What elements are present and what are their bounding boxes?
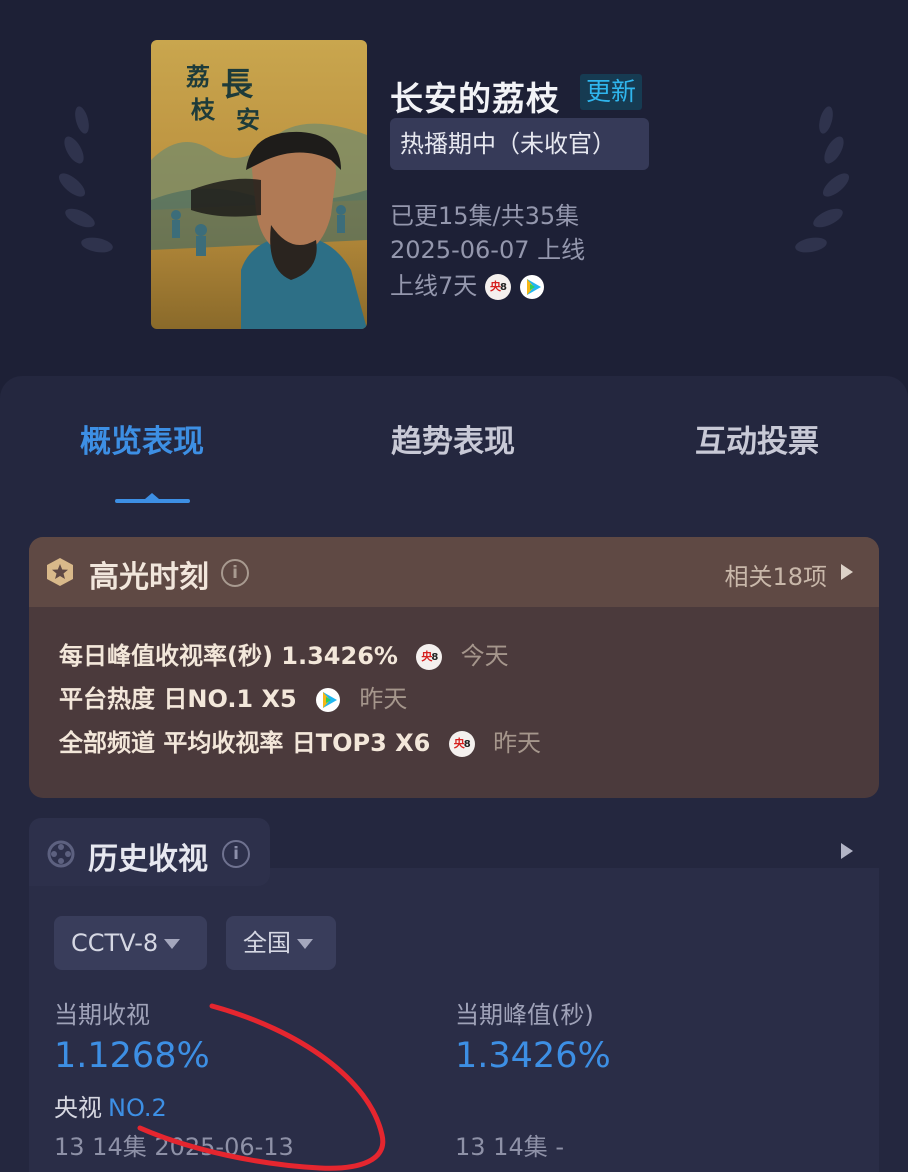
- cctv8-badge-icon: 央8: [484, 274, 511, 300]
- info-icon[interactable]: i: [222, 840, 250, 868]
- current-rating-label: 当期收视: [54, 1001, 150, 1029]
- tencent-video-icon: [519, 275, 544, 299]
- drama-poster[interactable]: 長 安 荔 枝: [151, 40, 367, 329]
- svg-text:安: 安: [236, 105, 260, 134]
- status-pill: 热播期中（未收官）: [390, 118, 649, 170]
- tencent-video-icon: [316, 688, 341, 712]
- episode-count: 已更15集/共35集: [390, 202, 580, 230]
- peak-rating-value: 1.3426%: [455, 1036, 611, 1076]
- tab-trend[interactable]: 趋势表现: [391, 416, 515, 461]
- highlight-row: 平台热度 日NO.1 X5 昨天: [59, 679, 407, 714]
- star-badge-icon: [47, 558, 73, 586]
- channel-dropdown-value: CCTV-8: [71, 929, 159, 957]
- highlight-card[interactable]: 高光时刻 i 相关18项 每日峰值收视率(秒) 1.3426% 央8 今天 平台…: [29, 537, 879, 798]
- chevron-right-icon[interactable]: [841, 843, 853, 859]
- channel-dropdown[interactable]: CCTV-8: [54, 916, 207, 970]
- rank-row: 央视 NO.2: [54, 1088, 167, 1123]
- chevron-down-icon: [297, 939, 313, 949]
- rank-prefix: 央视: [54, 1094, 102, 1122]
- region-dropdown-value: 全国: [243, 929, 291, 957]
- current-episode-date: 13 14集 2025-06-13: [54, 1133, 294, 1161]
- release-date: 2025-06-07 上线: [390, 236, 586, 264]
- peak-episode-date: 13 14集 -: [455, 1133, 564, 1161]
- highlight-text: 全部频道 平均收视率 日TOP3 X6: [59, 729, 431, 757]
- tab-overview[interactable]: 概览表现: [80, 416, 204, 461]
- highlight-text: 每日峰值收视率(秒) 1.3426%: [59, 642, 398, 670]
- laurel-right-icon: [795, 106, 850, 253]
- highlight-row: 全部频道 平均收视率 日TOP3 X6 央8 昨天: [59, 723, 541, 758]
- svg-text:荔: 荔: [186, 62, 210, 91]
- online-days: 上线7天: [390, 272, 478, 300]
- laurel-left-icon: [58, 106, 113, 253]
- tab-indicator: [115, 499, 190, 503]
- highlight-when: 昨天: [359, 685, 408, 713]
- peak-rating-label: 当期峰值(秒): [455, 1001, 594, 1029]
- online-days-row: 上线7天 央8: [390, 266, 545, 301]
- svg-text:枝: 枝: [191, 95, 216, 124]
- related-count[interactable]: 相关18项: [724, 557, 827, 592]
- info-icon[interactable]: i: [221, 559, 249, 587]
- rank-value: NO.2: [108, 1094, 167, 1122]
- highlight-text: 平台热度 日NO.1 X5: [59, 685, 297, 713]
- poster-title-art: 長: [221, 65, 254, 103]
- chevron-down-icon: [164, 939, 181, 949]
- drama-title: 长安的荔枝: [390, 79, 560, 118]
- tab-vote[interactable]: 互动投票: [695, 416, 819, 461]
- highlight-when: 昨天: [493, 729, 542, 757]
- cctv8-badge-icon: 央8: [448, 731, 475, 757]
- highlight-title: 高光时刻: [89, 560, 209, 595]
- update-badge: 更新: [580, 74, 643, 110]
- cctv8-badge-icon: 央8: [416, 644, 443, 670]
- current-rating-value: 1.1268%: [54, 1036, 210, 1076]
- highlight-when: 今天: [460, 642, 509, 670]
- film-reel-icon: [47, 840, 75, 868]
- region-dropdown[interactable]: 全国: [226, 916, 336, 970]
- history-title: 历史收视: [88, 842, 208, 877]
- chevron-right-icon[interactable]: [841, 564, 853, 580]
- highlight-row: 每日峰值收视率(秒) 1.3426% 央8 今天: [59, 636, 509, 671]
